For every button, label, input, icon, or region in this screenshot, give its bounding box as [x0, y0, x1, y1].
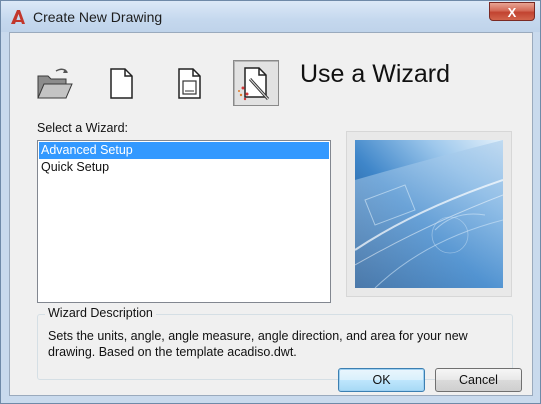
wizard-preview-image: [346, 131, 512, 297]
wizard-description-text: Sets the units, angle, angle measure, an…: [48, 329, 468, 359]
folder-icon: [37, 68, 73, 99]
blank-page-icon: [110, 68, 133, 99]
wizard-description-legend: Wizard Description: [45, 306, 156, 320]
wizard-list-label: Select a Wizard:: [37, 121, 129, 135]
close-button[interactable]: X: [489, 2, 535, 21]
ok-button[interactable]: OK: [338, 368, 425, 392]
start-from-scratch-button[interactable]: [98, 60, 144, 106]
title-bar[interactable]: Create New Drawing X: [1, 1, 540, 32]
blueprint-image: [355, 140, 503, 288]
cancel-button[interactable]: Cancel: [435, 368, 522, 392]
dialog-body: Use a Wizard Select a Wizard: Advanced S…: [9, 32, 533, 396]
window-title: Create New Drawing: [33, 9, 163, 25]
page-heading: Use a Wizard: [300, 60, 451, 88]
create-new-drawing-dialog: Create New Drawing X Use a Wizard Select…: [0, 0, 541, 404]
open-drawing-button[interactable]: [32, 60, 78, 106]
list-item-quick-setup[interactable]: Quick Setup: [39, 159, 329, 176]
autocad-logo-icon: [11, 10, 25, 24]
use-wizard-button[interactable]: [233, 60, 279, 106]
wizard-icon: [238, 67, 270, 101]
list-item-advanced-setup[interactable]: Advanced Setup: [39, 142, 329, 159]
wizard-listbox[interactable]: Advanced Setup Quick Setup: [37, 140, 331, 303]
use-template-button[interactable]: [166, 60, 212, 106]
template-page-icon: [178, 68, 201, 99]
